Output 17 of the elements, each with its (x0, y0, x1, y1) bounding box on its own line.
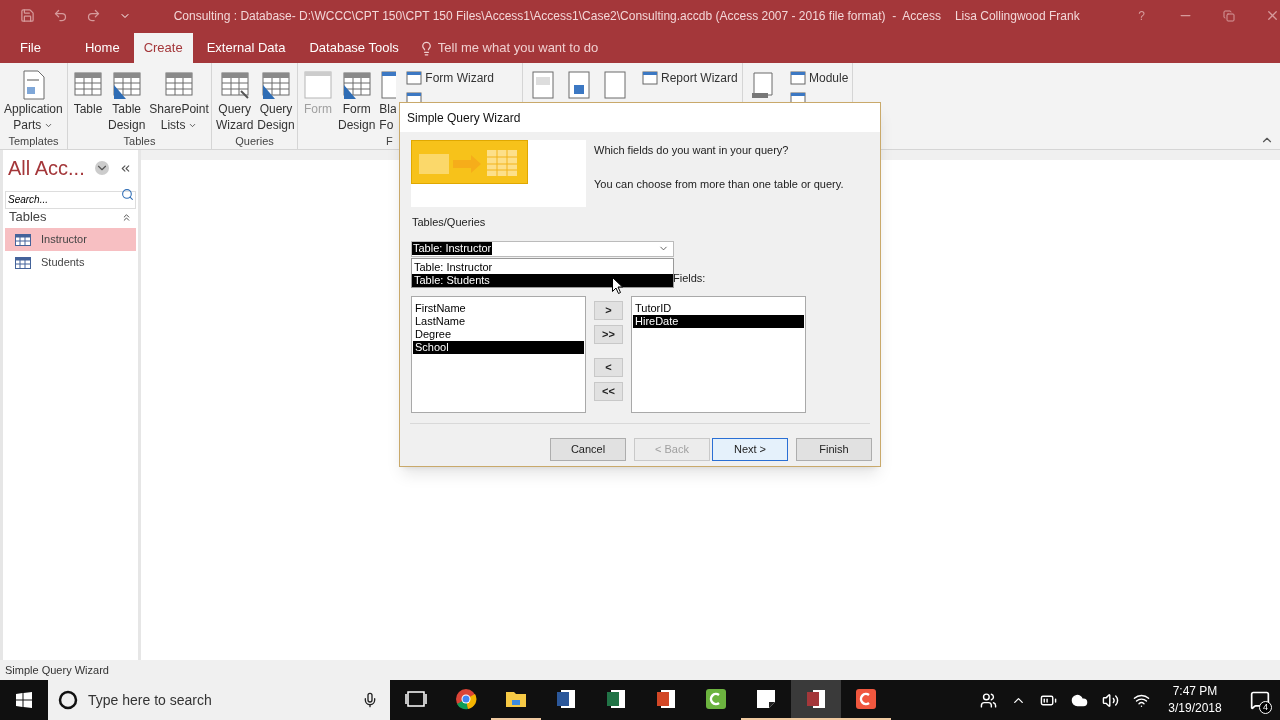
dialog-prompt: Which fields do you want in your query? (594, 143, 790, 158)
selected-fields-label: Fields: (673, 270, 706, 286)
user-name: Lisa Collingwood Frank (954, 7, 1081, 25)
tables-label: Tables/Queries (412, 215, 486, 230)
pane-title: All Acc... (8, 156, 85, 181)
group-label: F (386, 134, 393, 149)
status-text: Simple Query Wizard (5, 662, 109, 678)
dialog-hint: You can choose from more than one table or query. (594, 176, 844, 192)
notification-badge: 4 (1259, 701, 1272, 714)
group-header: Tables (9, 208, 47, 227)
window-title: Consulting : Database- D:\WCCC\CPT 150\CPT 150 Files\Access1\Access1\Case2\Consulting.accdb (Access 2007 - 2016 file format) - Access (173, 7, 942, 25)
dialog-title: Simple Query Wizard (407, 109, 521, 127)
group-label: Templates (8, 134, 59, 149)
clock-date: 3/19/2018 (1168, 700, 1222, 717)
group-label: Tables (123, 134, 156, 149)
group-label: Queries (235, 134, 274, 149)
clock-time: 7:47 PM (1172, 683, 1218, 700)
